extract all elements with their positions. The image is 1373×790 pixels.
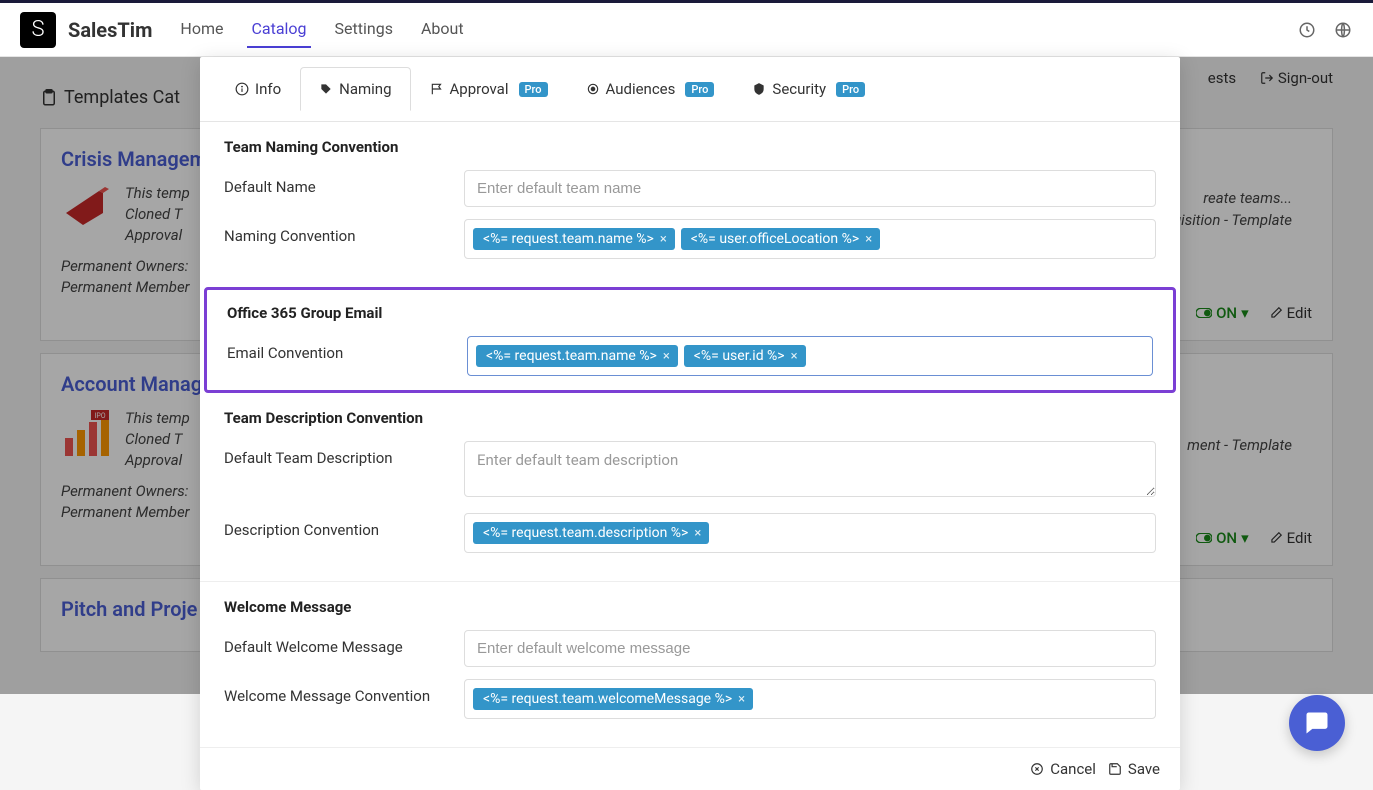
email-conv-input[interactable]: <%= request.team.name %>× <%= user.id %>… bbox=[467, 336, 1153, 376]
default-welcome-label: Default Welcome Message bbox=[224, 630, 464, 656]
chat-button[interactable] bbox=[1289, 695, 1345, 751]
tag[interactable]: <%= request.team.description %>× bbox=[473, 522, 709, 544]
tag-remove-icon[interactable]: × bbox=[791, 349, 798, 364]
naming-modal: Info Naming Approval Pro Audiences Pro S… bbox=[200, 57, 1180, 790]
desc-conv-label: Description Convention bbox=[224, 513, 464, 539]
welcome-conv-label: Welcome Message Convention bbox=[224, 679, 464, 705]
default-name-input[interactable] bbox=[464, 170, 1156, 207]
tag[interactable]: <%= user.id %>× bbox=[684, 345, 806, 367]
default-welcome-input[interactable] bbox=[464, 630, 1156, 667]
tag-remove-icon[interactable]: × bbox=[738, 692, 745, 707]
main-header: S SalesTim Home Catalog Settings About bbox=[0, 3, 1373, 57]
modal-tabs: Info Naming Approval Pro Audiences Pro S… bbox=[200, 57, 1180, 121]
desc-conv-input[interactable]: <%= request.team.description %>× bbox=[464, 513, 1156, 553]
modal-footer: Cancel Save bbox=[200, 747, 1180, 790]
info-icon bbox=[235, 82, 249, 96]
history-icon[interactable] bbox=[1297, 20, 1317, 40]
tab-audiences[interactable]: Audiences Pro bbox=[567, 67, 734, 111]
cancel-icon bbox=[1030, 762, 1044, 776]
flag-icon bbox=[430, 82, 444, 96]
nav-home[interactable]: Home bbox=[176, 11, 227, 48]
brand-logo: S bbox=[20, 12, 56, 48]
globe-icon[interactable] bbox=[1333, 20, 1353, 40]
tag-remove-icon[interactable]: × bbox=[660, 232, 667, 247]
welcome-section: Welcome Message Default Welcome Message … bbox=[200, 581, 1180, 747]
chat-icon bbox=[1303, 709, 1331, 737]
main-nav: Home Catalog Settings About bbox=[176, 11, 467, 48]
tag-remove-icon[interactable]: × bbox=[663, 349, 670, 364]
tag-remove-icon[interactable]: × bbox=[694, 526, 701, 541]
target-icon bbox=[586, 82, 600, 96]
tag[interactable]: <%= request.team.name %>× bbox=[473, 228, 675, 250]
tag-icon bbox=[319, 82, 333, 96]
tab-info[interactable]: Info bbox=[216, 67, 300, 111]
nav-about[interactable]: About bbox=[417, 11, 468, 48]
tag[interactable]: <%= request.team.welcomeMessage %>× bbox=[473, 688, 753, 710]
email-conv-label: Email Convention bbox=[227, 336, 467, 362]
tab-naming[interactable]: Naming bbox=[300, 67, 410, 111]
welcome-conv-input[interactable]: <%= request.team.welcomeMessage %>× bbox=[464, 679, 1156, 719]
cancel-button[interactable]: Cancel bbox=[1030, 760, 1096, 778]
tab-approval[interactable]: Approval Pro bbox=[411, 67, 567, 111]
naming-conv-input[interactable]: <%= request.team.name %>× <%= user.offic… bbox=[464, 219, 1156, 259]
brand-name: SalesTim bbox=[68, 18, 152, 42]
nav-catalog[interactable]: Catalog bbox=[247, 11, 310, 48]
tag[interactable]: <%= request.team.name %>× bbox=[476, 345, 678, 367]
default-desc-input[interactable] bbox=[464, 441, 1156, 497]
save-button[interactable]: Save bbox=[1108, 760, 1160, 778]
nav-settings[interactable]: Settings bbox=[331, 11, 397, 48]
email-section: Office 365 Group Email Email Convention … bbox=[204, 287, 1176, 393]
pro-badge: Pro bbox=[836, 82, 865, 97]
save-icon bbox=[1108, 762, 1122, 776]
default-desc-label: Default Team Description bbox=[224, 441, 464, 467]
default-name-label: Default Name bbox=[224, 170, 464, 196]
tag-remove-icon[interactable]: × bbox=[865, 232, 872, 247]
desc-section: Team Description Convention Default Team… bbox=[200, 393, 1180, 581]
tab-security[interactable]: Security Pro bbox=[733, 67, 884, 111]
naming-conv-label: Naming Convention bbox=[224, 219, 464, 245]
shield-icon bbox=[752, 82, 766, 96]
team-naming-section: Team Naming Convention Default Name Nami… bbox=[200, 122, 1180, 287]
pro-badge: Pro bbox=[685, 82, 714, 97]
pro-badge: Pro bbox=[519, 82, 548, 97]
tag[interactable]: <%= user.officeLocation %>× bbox=[681, 228, 880, 250]
